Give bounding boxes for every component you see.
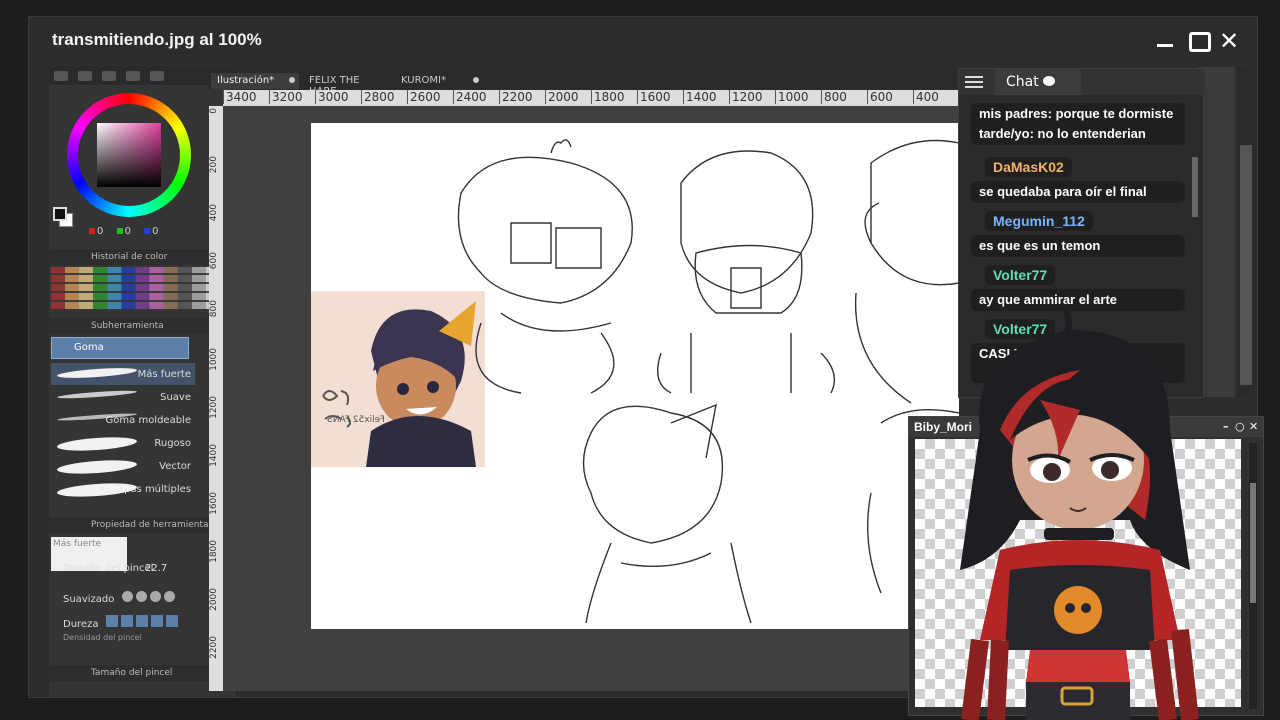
color-wheel[interactable]: [67, 93, 191, 217]
minimize-icon[interactable]: –: [1223, 420, 1229, 433]
saturation-square[interactable]: [97, 123, 161, 187]
palette-tab-icon[interactable]: [54, 71, 68, 81]
close-icon[interactable]: ✕: [1249, 420, 1258, 433]
palette-tab-icon[interactable]: [126, 71, 140, 81]
chat-message: mis padres: porque te dormiste tarde/yo:…: [971, 103, 1185, 145]
brush-item[interactable]: Vector: [51, 455, 195, 477]
chat-username: Megumin_112: [985, 211, 1093, 231]
chat-message: es que es un temon: [971, 235, 1185, 257]
chat-tab[interactable]: Chat: [995, 69, 1081, 95]
horizontal-ruler: 3400 3200 3000 2800 2600 2400 2200 2000 1800 1600…: [223, 90, 959, 106]
chat-header: Chat: [959, 69, 1205, 95]
minimize-icon[interactable]: [1155, 30, 1177, 52]
scrollbar-thumb[interactable]: [1240, 145, 1252, 385]
chat-username: DaMasK02: [985, 157, 1072, 177]
tab-felix-the-hare[interactable]: FELIX THE HARE: [303, 73, 391, 97]
avatar-scrollbar[interactable]: [1249, 443, 1257, 709]
smoothing-row: Suavizado: [63, 591, 178, 605]
green-value[interactable]: 0: [125, 226, 131, 237]
title-bar: transmitiendo.jpg al 100% ✕: [29, 17, 1257, 63]
close-tab-icon[interactable]: [473, 77, 479, 83]
sketch-layer: [457, 139, 959, 624]
brush-item[interactable]: Rugoso: [51, 432, 195, 454]
chat-message: se quedaba para oír el final: [971, 181, 1185, 203]
speech-bubble-icon: [1042, 76, 1055, 86]
vertical-scrollbar[interactable]: [1237, 67, 1255, 397]
brush-item[interactable]: Goma moldeable: [51, 409, 195, 431]
subtool-goma[interactable]: Goma: [51, 337, 189, 359]
document-tabs: Ilustración* FELIX THE HARE KUROMI*: [209, 71, 959, 97]
vertical-ruler: 0 200 400 600 800 1000 1200 1400 1600 18…: [209, 106, 223, 691]
window-title: transmitiendo.jpg al 100%: [52, 30, 262, 49]
chat-username: Volter77: [985, 265, 1056, 285]
color-history-grid[interactable]: [51, 267, 227, 309]
maximize-icon[interactable]: [1188, 30, 1211, 52]
vtuber-avatar: [960, 310, 1199, 720]
palette-tab-icon[interactable]: [150, 71, 164, 81]
blue-value[interactable]: 0: [152, 226, 158, 237]
brush-item[interactable]: Capas múltiples: [51, 478, 195, 500]
close-tab-icon[interactable]: [289, 77, 295, 83]
chat-message: ay que ammirar el arte: [971, 289, 1185, 311]
palette-tab-icon[interactable]: [102, 71, 116, 81]
close-icon[interactable]: ✕: [1218, 29, 1240, 53]
rgb-values: 0 0 0: [79, 226, 159, 237]
tab-kuromi[interactable]: KUROMI*: [395, 73, 483, 89]
main-color-swatch[interactable]: [53, 207, 67, 221]
brush-item[interactable]: Más fuerte: [51, 363, 195, 385]
tab-ilustracion[interactable]: Ilustración*: [211, 73, 299, 89]
brush-item[interactable]: Suave: [51, 386, 195, 408]
restore-icon[interactable]: ○: [1235, 420, 1245, 433]
brush-size-value[interactable]: 22.7: [145, 563, 167, 574]
red-value[interactable]: 0: [97, 226, 103, 237]
drawing-canvas[interactable]: Felix52 FANS: [311, 123, 959, 629]
brush-density-label: Densidad del pincel: [63, 633, 142, 642]
hardness-row: Dureza: [63, 615, 181, 630]
brush-size-row: Tamaño del pincel 22.7: [63, 563, 168, 574]
palette-tab-icon[interactable]: [78, 71, 92, 81]
hamburger-menu-icon[interactable]: [965, 76, 983, 88]
